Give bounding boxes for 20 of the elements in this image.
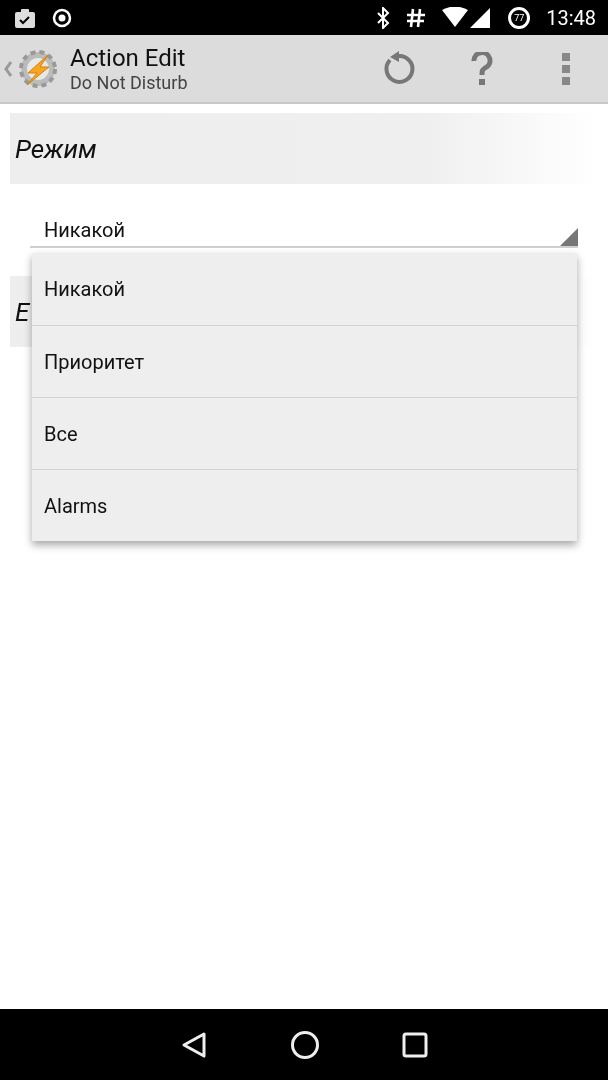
- dropdown-option[interactable]: Никакой: [32, 253, 577, 325]
- mode-dropdown[interactable]: Никакой: [30, 200, 578, 248]
- wifi-signal-icon: [442, 6, 493, 29]
- clock-time: 13:48: [546, 5, 596, 30]
- dropdown-option[interactable]: Alarms: [32, 469, 577, 541]
- clipboard-check-icon: [14, 7, 36, 28]
- bluetooth-icon: [376, 6, 391, 29]
- dropdown-corner-icon: [560, 228, 578, 246]
- screen-title: Action Edit: [70, 43, 187, 72]
- overflow-menu-icon: [561, 52, 571, 85]
- dropdown-option[interactable]: Все: [32, 397, 577, 469]
- dropdown-option[interactable]: Приоритет: [32, 325, 577, 397]
- hash-icon: [406, 7, 427, 28]
- help-icon: [471, 51, 493, 86]
- back-icon[interactable]: [180, 1030, 208, 1059]
- recents-icon[interactable]: [402, 1031, 428, 1058]
- screen-subtitle: Do Not Disturb: [70, 71, 189, 94]
- battery-indicator: 77: [508, 6, 531, 29]
- target-icon: [52, 7, 72, 28]
- home-icon[interactable]: [290, 1029, 320, 1060]
